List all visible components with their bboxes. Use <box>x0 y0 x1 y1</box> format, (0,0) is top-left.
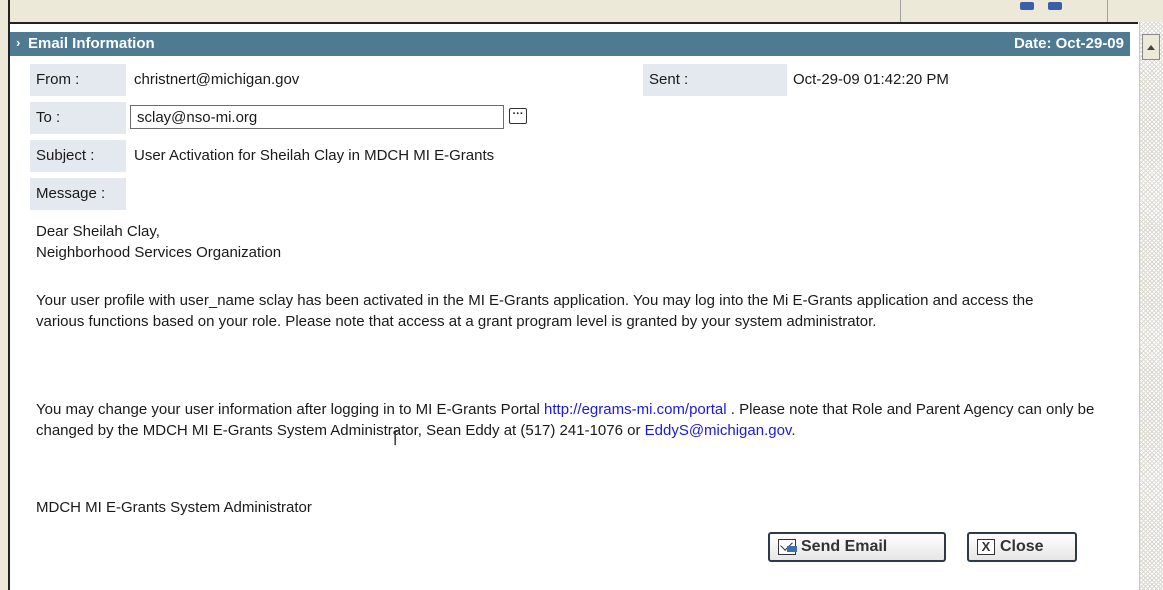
from-value: christnert@michigan.gov <box>134 71 300 88</box>
greeting-organization: Neighborhood Services Organization <box>36 244 282 261</box>
close-x-icon: X <box>977 539 995 555</box>
portal-link[interactable]: http://egrams-mi.com/portal <box>544 401 727 418</box>
from-label: From : <box>30 64 126 96</box>
sent-value: Oct-29-09 01:42:20 PM <box>793 71 949 88</box>
text-cursor-icon: ⌈ <box>393 428 400 447</box>
message-paragraph-1: Your user profile with user_name sclay h… <box>36 292 1034 330</box>
to-label: To : <box>30 102 126 134</box>
toolbar-icon[interactable] <box>1048 2 1062 10</box>
message-label: Message : <box>30 178 126 210</box>
admin-email-link[interactable]: EddyS@michigan.gov <box>645 422 792 439</box>
address-lookup-button[interactable]: ··· <box>509 108 527 124</box>
toolbar-icon[interactable] <box>1020 2 1034 10</box>
paragraph-text: . <box>791 422 796 439</box>
email-information-header: › Email Information Date: Oct-29-09 <box>10 32 1130 56</box>
scroll-up-arrow-icon[interactable] <box>1142 34 1160 60</box>
subject-value: User Activation for Sheilah Clay in MDCH… <box>134 147 495 164</box>
browser-toolbar <box>0 0 1163 22</box>
sent-label: Sent : <box>643 64 787 96</box>
header-title: Email Information <box>28 35 155 52</box>
message-signature: MDCH MI E-Grants System Administrator <box>36 499 312 516</box>
envelope-send-icon <box>778 539 797 555</box>
toolbar-separator <box>900 0 901 22</box>
close-label: Close <box>1000 538 1044 555</box>
paragraph-text: You may change your user information aft… <box>36 401 545 418</box>
toolbar-separator <box>1107 0 1108 22</box>
expand-arrow-icon[interactable]: › <box>16 35 20 50</box>
message-paragraph-2: You may change your user information aft… <box>36 399 1121 441</box>
message-greeting: Dear Sheilah Clay, Neighborhood Services… <box>36 221 1116 263</box>
header-date: Date: Oct-29-09 <box>1013 35 1124 52</box>
send-email-button[interactable]: Send Email <box>768 532 946 562</box>
subject-label: Subject : <box>30 140 126 172</box>
close-button[interactable]: X Close <box>967 532 1077 562</box>
greeting-line: Dear Sheilah Clay, <box>36 223 160 240</box>
to-email-input[interactable] <box>130 105 504 129</box>
vertical-scrollbar[interactable] <box>1139 22 1163 590</box>
send-email-label: Send Email <box>801 538 888 555</box>
